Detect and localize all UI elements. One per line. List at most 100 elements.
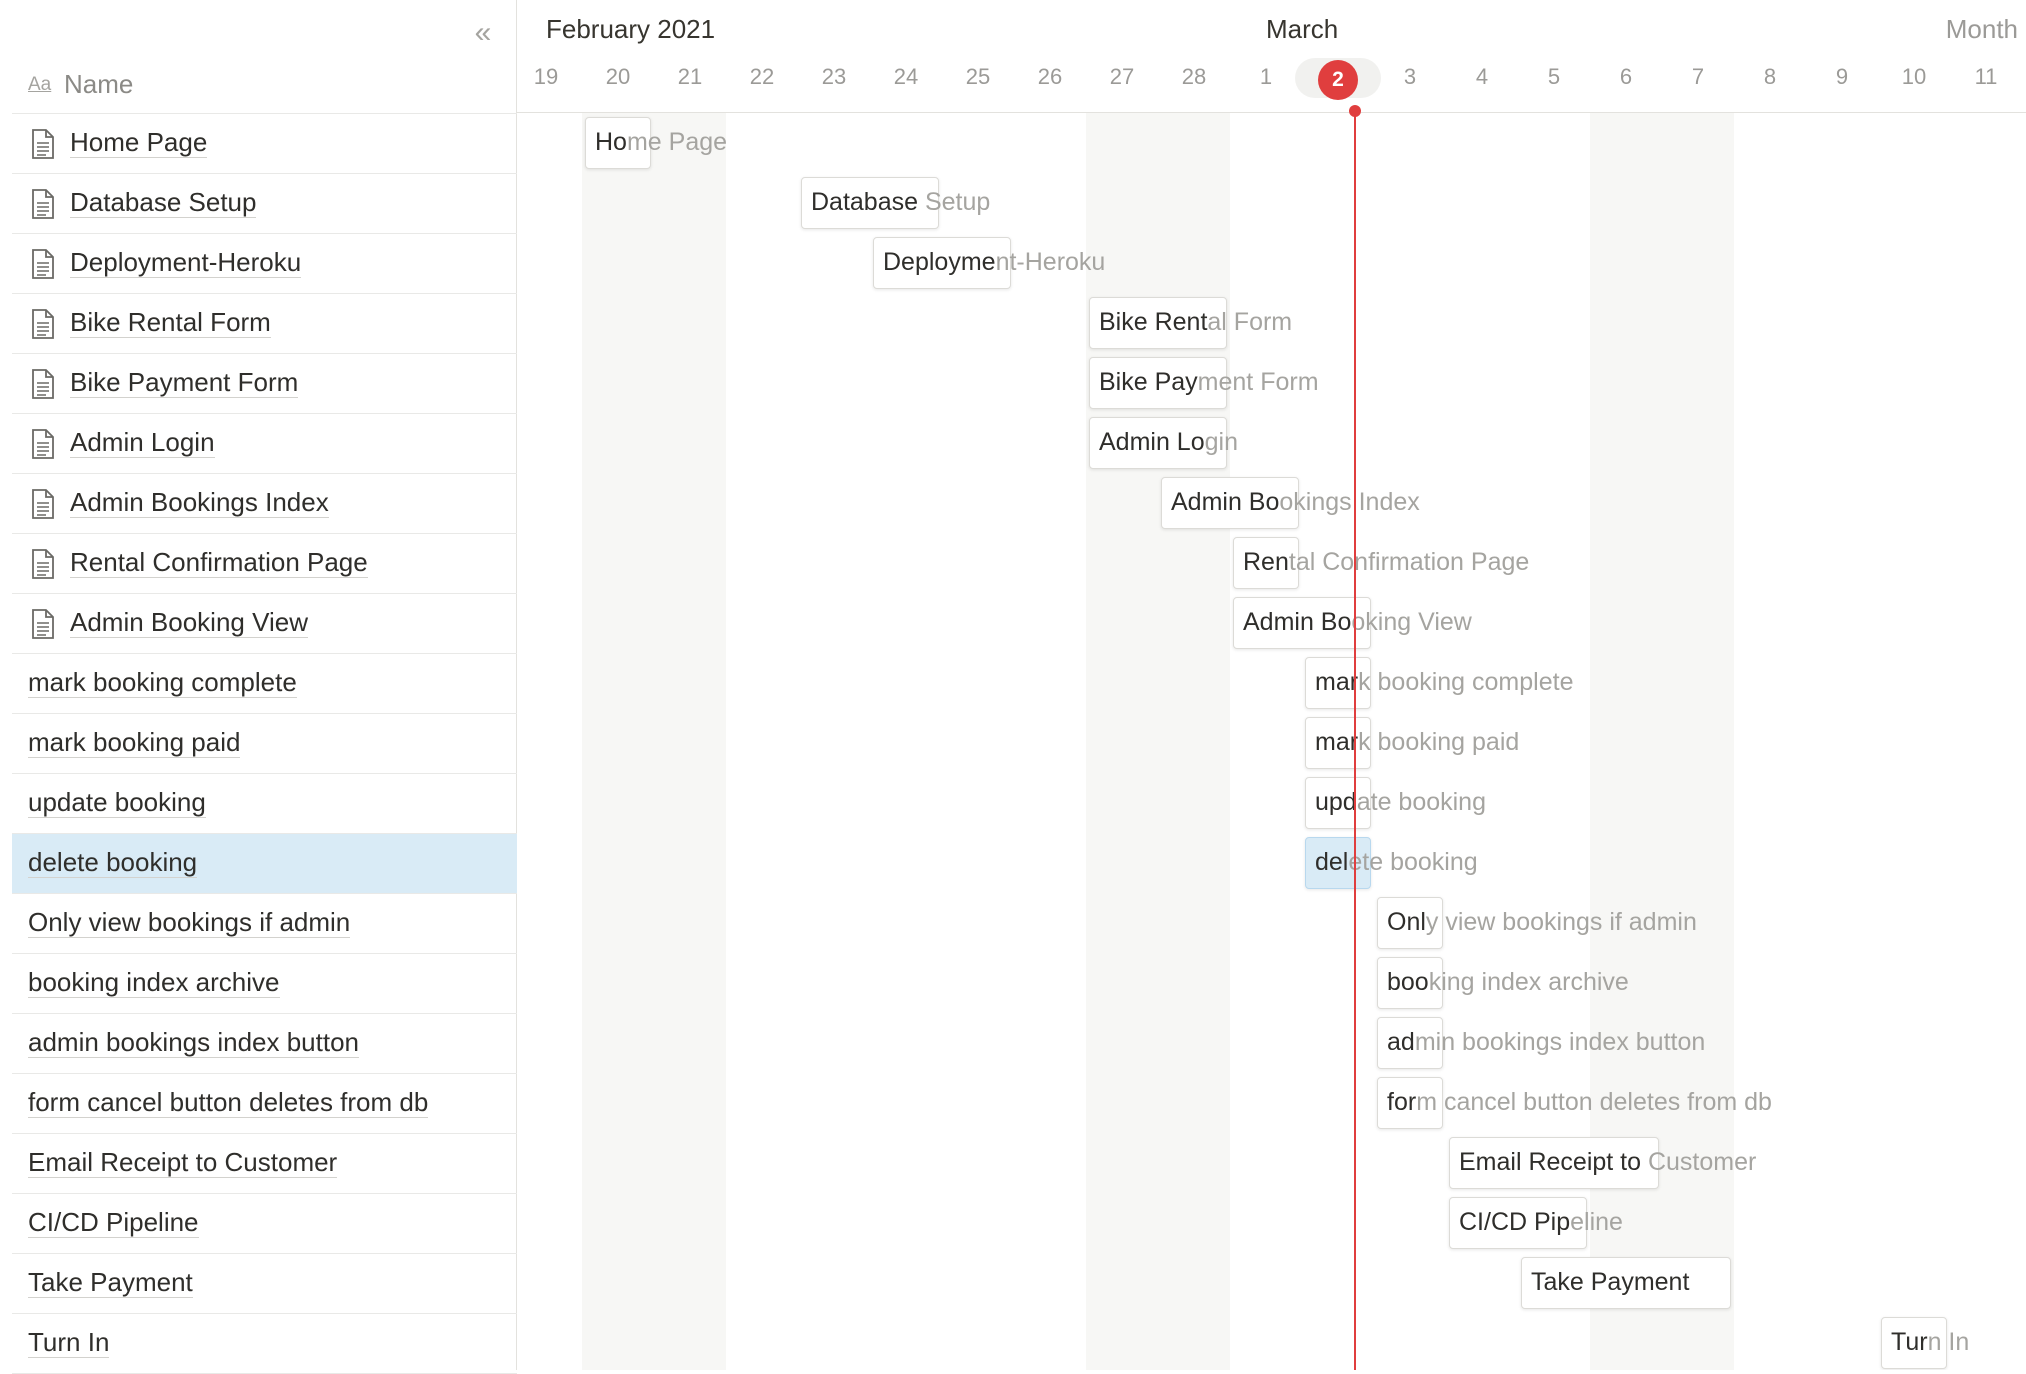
task-row[interactable]: mark booking paid (12, 713, 517, 773)
task-name[interactable]: Database Setup (70, 188, 257, 218)
name-column: « Aa Name Home Page Database Setup Deploym… (0, 0, 517, 1374)
page-icon (32, 189, 54, 219)
task-bar[interactable] (1233, 597, 1371, 649)
day-label: 4 (1475, 64, 1489, 89)
task-row[interactable]: CI/CD Pipeline (12, 1193, 517, 1253)
task-row[interactable]: admin bookings index button (12, 1013, 517, 1073)
day-label: 22 (749, 64, 775, 89)
task-row[interactable]: Rental Confirmation Page (12, 533, 517, 593)
task-bar[interactable] (1089, 357, 1227, 409)
timeline-area[interactable]: February 2021 March Month 19 20 21 22 23 24 25 2… (517, 0, 2026, 1370)
page-icon (32, 249, 54, 279)
task-bar[interactable] (1449, 1137, 1659, 1189)
task-bar[interactable] (1377, 957, 1443, 1009)
task-name[interactable]: mark booking paid (28, 728, 241, 758)
task-bar[interactable] (1305, 717, 1371, 769)
today-line-cap (1349, 105, 1361, 117)
name-column-label: Name (64, 69, 134, 99)
task-row[interactable]: Deployment-Heroku (12, 233, 517, 293)
task-bar[interactable] (1233, 537, 1299, 589)
task-bar[interactable] (1449, 1197, 1587, 1249)
task-name[interactable]: Bike Payment Form (70, 368, 299, 398)
task-name[interactable]: update booking (28, 788, 206, 818)
day-label: 9 (1835, 64, 1849, 89)
task-row[interactable]: Admin Booking View (12, 593, 517, 653)
page-icon (32, 129, 54, 159)
task-name[interactable]: Deployment-Heroku (70, 248, 302, 278)
task-name[interactable]: Admin Login (70, 428, 215, 458)
task-bar-label-overflow: k booking paid (1358, 728, 1520, 756)
day-label: 19 (533, 64, 559, 89)
day-label: 1 (1259, 64, 1273, 89)
day-label: 23 (821, 64, 847, 89)
task-bar[interactable] (1089, 297, 1227, 349)
task-row[interactable]: delete booking (12, 833, 517, 893)
task-bar[interactable] (1089, 417, 1227, 469)
task-name[interactable]: mark booking complete (28, 668, 297, 698)
day-label: 3 (1403, 64, 1417, 89)
day-label: 28 (1181, 64, 1207, 89)
task-name[interactable]: Take Payment (28, 1268, 193, 1298)
task-name[interactable]: Email Receipt to Customer (28, 1148, 338, 1178)
task-bar[interactable] (1377, 897, 1443, 949)
task-row[interactable]: Take Payment (12, 1253, 517, 1313)
task-name[interactable]: Turn In (28, 1328, 110, 1358)
day-label: 5 (1547, 64, 1561, 89)
task-bar[interactable] (1305, 837, 1371, 889)
day-label: 11 (1974, 64, 1998, 89)
text-property-icon: Aa (28, 74, 52, 95)
task-bar-label-overflow: ate booking (1356, 788, 1486, 816)
task-name[interactable]: CI/CD Pipeline (28, 1208, 199, 1238)
day-label: 26 (1037, 64, 1063, 89)
day-label: 20 (605, 64, 631, 89)
task-name[interactable]: booking index archive (28, 968, 280, 998)
task-bar[interactable] (801, 177, 939, 229)
double-chevron-left-icon: « (474, 16, 492, 49)
task-bar[interactable] (873, 237, 1011, 289)
task-bar[interactable] (1161, 477, 1299, 529)
task-name[interactable]: admin bookings index button (28, 1028, 360, 1058)
task-bar-label-overflow: okings Index (1279, 488, 1420, 516)
day-label: 25 (965, 64, 991, 89)
task-row[interactable]: Admin Bookings Index (12, 473, 517, 533)
month-label: February 2021 (546, 14, 716, 44)
task-row[interactable]: mark booking complete (12, 653, 517, 713)
page-icon (32, 609, 54, 639)
task-row[interactable]: booking index archive (12, 953, 517, 1013)
page-icon (32, 549, 54, 579)
task-name[interactable]: delete booking (28, 848, 198, 878)
task-row[interactable]: Email Receipt to Customer (12, 1133, 517, 1193)
task-row[interactable]: Only view bookings if admin (12, 893, 517, 953)
task-row[interactable]: Turn In (12, 1313, 517, 1373)
task-name[interactable]: Admin Bookings Index (70, 488, 329, 518)
view-mode-selector[interactable]: Month (1946, 14, 2018, 45)
name-column-header[interactable]: Aa Name (12, 62, 517, 112)
task-row[interactable]: update booking (12, 773, 517, 833)
task-row[interactable]: form cancel button deletes from db (12, 1073, 517, 1133)
task-bar[interactable] (1377, 1017, 1443, 1069)
day-label: 8 (1763, 64, 1777, 89)
task-name[interactable]: Bike Rental Form (70, 308, 271, 338)
day-label: 24 (893, 64, 919, 89)
weekend-column (654, 113, 726, 1370)
task-row[interactable]: Database Setup (12, 173, 517, 233)
task-name[interactable]: form cancel button deletes from db (28, 1088, 429, 1118)
task-name[interactable]: Admin Booking View (70, 608, 308, 638)
task-row[interactable]: Bike Payment Form (12, 353, 517, 413)
task-bar[interactable] (1521, 1257, 1731, 1309)
task-row[interactable]: Home Page (12, 113, 517, 173)
page-icon (32, 309, 54, 339)
day-label: 27 (1109, 64, 1135, 89)
task-bar[interactable] (1881, 1317, 1947, 1369)
task-row[interactable]: Bike Rental Form (12, 293, 517, 353)
collapse-sidebar-button[interactable]: « (466, 14, 500, 52)
task-bar[interactable] (585, 117, 651, 169)
task-name[interactable]: Rental Confirmation Page (70, 548, 368, 578)
task-name[interactable]: Home Page (70, 128, 208, 158)
today-line (1354, 111, 1356, 1370)
task-bar[interactable] (1305, 777, 1371, 829)
task-row[interactable]: Admin Login (12, 413, 517, 473)
task-bar[interactable] (1377, 1077, 1443, 1129)
task-bar[interactable] (1305, 657, 1371, 709)
task-name[interactable]: Only view bookings if admin (28, 908, 351, 938)
